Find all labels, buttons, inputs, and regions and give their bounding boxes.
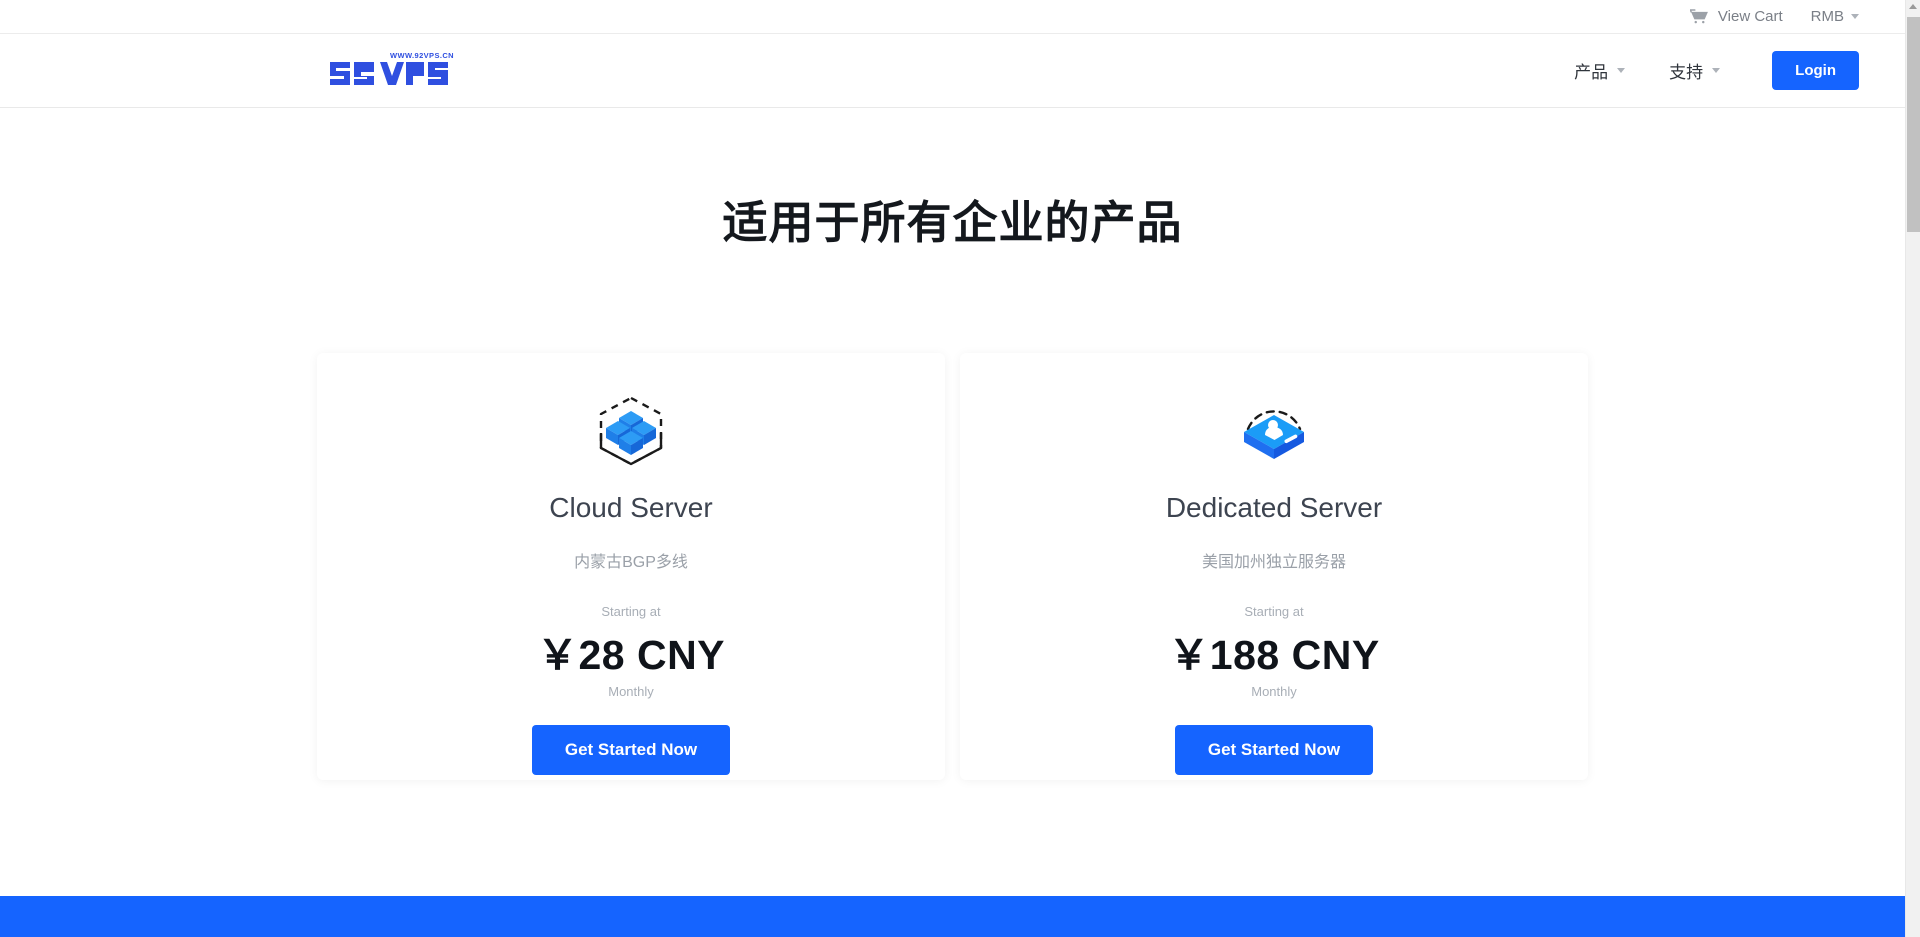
product-card-title: Dedicated Server: [1165, 492, 1383, 523]
svg-text:WWW.92VPS.CN: WWW.92VPS.CN: [390, 51, 454, 60]
product-card-dedicated-server[interactable]: Dedicated Server 美国加州独立服务器 Starting at ￥…: [960, 353, 1588, 780]
chevron-down-icon: [1617, 68, 1626, 73]
view-cart-link[interactable]: View Cart: [1689, 8, 1783, 25]
view-cart-label: View Cart: [1717, 8, 1783, 25]
chevron-down-icon: [1712, 68, 1721, 73]
price-prefix: Starting at: [601, 604, 661, 619]
main-content: 适用于所有企业的产品 Cloud Server 内蒙古BGP多线 Startin…: [0, 108, 1905, 780]
price-period: Monthly: [608, 684, 654, 699]
top-utility-bar: View Cart RMB: [0, 0, 1905, 34]
page-title: 适用于所有企业的产品: [722, 197, 1183, 248]
login-button[interactable]: Login: [1772, 51, 1859, 90]
price-prefix: Starting at: [1244, 604, 1304, 619]
price-period: Monthly: [1251, 684, 1297, 699]
chevron-down-icon: [1851, 14, 1859, 19]
product-card-list: Cloud Server 内蒙古BGP多线 Starting at ￥28 CN…: [0, 353, 1905, 780]
get-started-button[interactable]: Get Started Now: [1174, 725, 1374, 775]
scroll-up-arrow-icon[interactable]: [1909, 4, 1917, 9]
product-card-subtitle: 内蒙古BGP多线: [574, 554, 688, 571]
nav-item-support-label: 支持: [1669, 63, 1704, 82]
site-header: WWW.92VPS.CN 产品 支持 Login: [0, 34, 1905, 108]
price-amount: ￥188 CNY: [1168, 632, 1380, 678]
scrollbar-thumb[interactable]: [1907, 17, 1920, 232]
dedicated-server-box-icon: [1238, 395, 1310, 467]
top-utility-group: View Cart RMB: [1689, 8, 1859, 25]
get-started-button[interactable]: Get Started Now: [531, 725, 731, 775]
product-card-subtitle: 美国加州独立服务器: [1201, 554, 1346, 571]
currency-selector[interactable]: RMB: [1811, 8, 1859, 25]
nav-item-products[interactable]: 产品: [1552, 58, 1647, 83]
site-logo[interactable]: WWW.92VPS.CN: [328, 49, 464, 93]
nav-item-products-label: 产品: [1574, 63, 1609, 82]
cloud-server-cubes-icon: [595, 395, 667, 467]
product-card-cloud-server[interactable]: Cloud Server 内蒙古BGP多线 Starting at ￥28 CN…: [317, 353, 945, 780]
product-card-title: Cloud Server: [549, 492, 713, 523]
vertical-scrollbar[interactable]: [1905, 0, 1920, 937]
nav-item-support[interactable]: 支持: [1647, 58, 1742, 83]
page-root: View Cart RMB WWW.92VPS.CN 产品 支持 Login 适…: [0, 0, 1905, 937]
main-nav: 产品 支持 Login: [1552, 51, 1859, 90]
currency-label: RMB: [1810, 8, 1844, 25]
footer-band: [0, 896, 1905, 937]
price-amount: ￥28 CNY: [536, 632, 726, 678]
shopping-cart-icon: [1689, 9, 1709, 24]
